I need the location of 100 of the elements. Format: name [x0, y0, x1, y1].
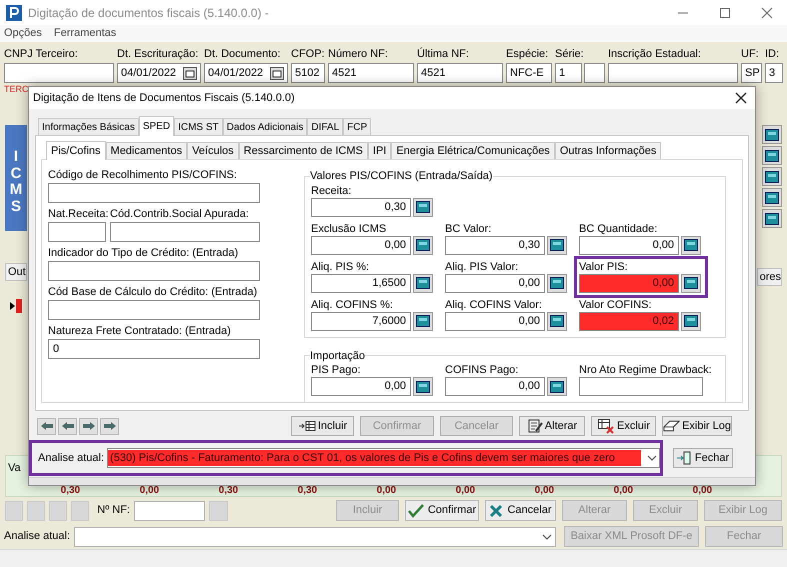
date-field[interactable]: 04/01/2022	[204, 63, 288, 83]
tab[interactable]: Pis/Cofins	[46, 141, 106, 160]
close-button[interactable]: Fechar	[673, 448, 733, 468]
close-icon[interactable]	[735, 92, 747, 104]
calculator-button[interactable]	[547, 312, 567, 330]
input-field[interactable]	[584, 63, 605, 83]
calculator-icon	[550, 315, 564, 327]
number-field[interactable]: 0,00	[311, 377, 411, 396]
tab[interactable]: IPI	[368, 142, 392, 159]
maximize-icon[interactable]	[719, 6, 731, 18]
tab[interactable]: FCP	[343, 118, 372, 135]
tab[interactable]: Veículos	[187, 142, 239, 159]
number-field[interactable]: 1,6500	[311, 274, 411, 292]
tab[interactable]: SPED	[138, 116, 174, 136]
tab[interactable]: Ressarcimento de ICMS	[238, 142, 368, 159]
calculator-button[interactable]	[762, 125, 782, 144]
navigation-button[interactable]	[58, 418, 77, 434]
calculator-icon	[416, 277, 430, 289]
number-field[interactable]: 0,00	[445, 312, 545, 330]
calendar-icon[interactable]	[270, 66, 284, 80]
calculator-button[interactable]	[547, 236, 567, 254]
tab[interactable]: Outras Informações	[554, 142, 662, 159]
calculator-button[interactable]	[762, 146, 782, 165]
tab[interactable]: Energia Elétrica/Comunicações	[391, 142, 555, 159]
field-label: Aliq. PIS Valor:	[445, 260, 520, 274]
field-label: Valor PIS:	[579, 260, 629, 274]
input-field[interactable]	[110, 222, 260, 242]
toolbar-button[interactable]: Alterar	[519, 416, 585, 436]
calculator-button[interactable]	[681, 274, 701, 292]
calculator-button[interactable]	[762, 209, 782, 228]
total-value: 0,00	[456, 485, 476, 496]
input-field[interactable]	[134, 500, 205, 520]
tab[interactable]: ICMS ST	[174, 118, 223, 135]
date-field[interactable]: 04/01/2022	[117, 63, 201, 83]
number-field[interactable]	[579, 377, 703, 396]
field-label: Aliq. COFINS %:	[311, 298, 394, 312]
number-field[interactable]: 0,00	[445, 274, 545, 292]
input-field[interactable]	[48, 300, 260, 320]
toolbar-button[interactable]: Confirmar	[405, 500, 479, 521]
calculator-button[interactable]	[547, 377, 567, 396]
input-field[interactable]: 4521	[417, 63, 503, 83]
number-field[interactable]: 0,00	[579, 236, 679, 254]
tab[interactable]: Medicamentos	[106, 142, 188, 159]
exit-door-icon	[676, 451, 691, 465]
calculator-button[interactable]	[762, 167, 782, 186]
field-label: ID:	[765, 47, 780, 61]
input-field[interactable]	[48, 222, 106, 242]
input-field[interactable]	[4, 63, 114, 83]
number-field[interactable]: 7,6000	[311, 312, 411, 330]
calculator-button[interactable]	[413, 377, 433, 396]
number-field[interactable]: 0,30	[445, 236, 545, 254]
calculator-button[interactable]	[681, 236, 701, 254]
input-field[interactable]	[48, 261, 260, 281]
navigation-button[interactable]	[79, 418, 98, 434]
toolbar-button[interactable]: Cancelar	[485, 500, 556, 521]
calendar-icon[interactable]	[183, 66, 197, 80]
menu-item[interactable]: Opções	[4, 25, 42, 42]
input-field[interactable]	[48, 183, 260, 203]
total-value: 0,00	[376, 485, 396, 496]
input-field[interactable]: 5102	[291, 63, 325, 83]
calculator-button[interactable]	[413, 236, 433, 254]
navigation-button[interactable]	[100, 418, 119, 434]
input-field[interactable]: 1	[555, 63, 582, 83]
toolbar-button[interactable]: Excluir	[591, 416, 656, 436]
calculator-icon	[550, 380, 564, 392]
tab[interactable]: Informações Básicas	[38, 118, 139, 135]
tab[interactable]: ores	[756, 268, 782, 286]
input-field[interactable]: 3	[765, 63, 783, 83]
warning-text: TERC	[4, 83, 30, 95]
field-label: Valor COFINS:	[579, 298, 653, 312]
tab[interactable]: DIFAL	[307, 118, 344, 135]
navigation-button[interactable]	[37, 418, 56, 434]
menu-item[interactable]: Ferramentas	[54, 25, 116, 42]
number-field[interactable]: 0,30	[311, 198, 411, 216]
calculator-button[interactable]	[413, 198, 433, 216]
number-field[interactable]: 0,00	[311, 236, 411, 254]
total-value: 0,30	[298, 485, 318, 496]
input-field[interactable]: NFC-E	[506, 63, 552, 83]
field-label: Exclusão ICMS	[311, 222, 388, 236]
input-field[interactable]: 4521	[328, 63, 414, 83]
calculator-button[interactable]	[547, 274, 567, 292]
tab[interactable]: Dados Adicionais	[222, 118, 308, 135]
toolbar-button[interactable]: Exibir Log	[662, 416, 732, 436]
number-field[interactable]: 0,00	[579, 274, 679, 292]
field-label: UF:	[741, 47, 760, 61]
calculator-button[interactable]	[413, 312, 433, 330]
input-field[interactable]: 0	[48, 339, 260, 359]
analysis-select[interactable]: (530) Pis/Cofins - Faturamento: Para o CST 01, os valores de Pis e Cofins devem ser maiores que zero	[107, 448, 660, 468]
number-field[interactable]: 0,00	[445, 377, 545, 396]
toolbar-button[interactable]: Incluir	[291, 416, 354, 436]
calculator-button[interactable]	[413, 274, 433, 292]
document-edit-icon	[526, 418, 543, 434]
tab[interactable]: Out	[5, 263, 27, 281]
number-field[interactable]: 0,02	[579, 312, 679, 330]
totals-label: Va	[8, 460, 21, 476]
calculator-button[interactable]	[762, 188, 782, 207]
input-field[interactable]	[608, 63, 738, 83]
calculator-button[interactable]	[681, 312, 701, 330]
right-arrow-icon	[82, 422, 94, 430]
input-field[interactable]: SP	[741, 63, 762, 83]
